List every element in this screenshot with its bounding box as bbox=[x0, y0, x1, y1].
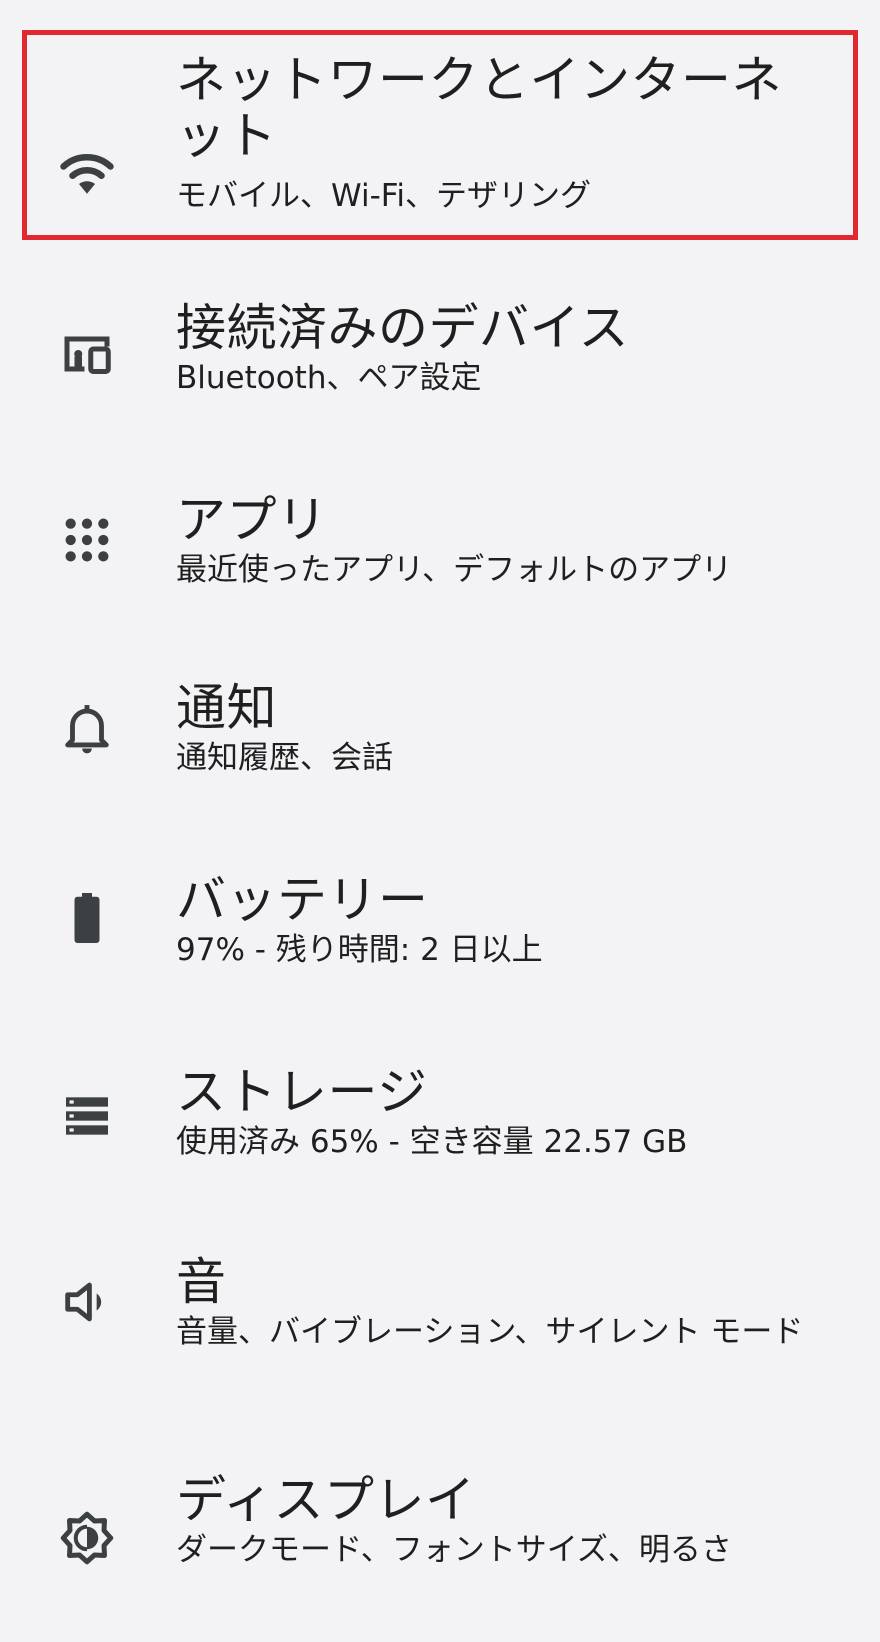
settings-item-battery-text: バッテリー 97% - 残り時間: 2 日以上 bbox=[176, 872, 844, 968]
settings-item-title: バッテリー bbox=[176, 871, 429, 929]
brightness-icon bbox=[55, 1506, 119, 1570]
battery-icon bbox=[55, 886, 119, 950]
settings-item-title: ストレージ bbox=[176, 1063, 428, 1121]
storage-icon bbox=[55, 1084, 119, 1148]
settings-item-battery[interactable]: バッテリー 97% - 残り時間: 2 日以上 bbox=[0, 850, 880, 1000]
apps-grid-icon bbox=[55, 508, 119, 572]
settings-item-display-text: ディスプレイ ダークモード、フォントサイズ、明るさ bbox=[176, 1472, 844, 1568]
settings-item-notifications[interactable]: 通知 通知履歴、会話 bbox=[0, 660, 880, 810]
wifi-icon bbox=[55, 138, 119, 202]
settings-item-title: アプリ bbox=[176, 491, 328, 549]
settings-item-subtitle: 音量、バイブレーション、サイレント モード bbox=[176, 1314, 804, 1350]
settings-item-title: 通知 bbox=[176, 679, 277, 737]
settings-item-title: ディスプレイ bbox=[176, 1471, 476, 1529]
settings-item-storage-text: ストレージ 使用済み 65% - 空き容量 22.57 GB bbox=[176, 1064, 844, 1160]
settings-item-subtitle: 最近使ったアプリ、デフォルトのアプリ bbox=[176, 552, 733, 588]
settings-item-network[interactable]: ネットワークとインターネット モバイル、Wi-Fi、テザリング bbox=[0, 40, 880, 240]
settings-item-network-text: ネットワークとインターネット モバイル、Wi-Fi、テザリング bbox=[176, 52, 844, 214]
devices-icon bbox=[55, 322, 119, 386]
settings-item-display[interactable]: ディスプレイ ダークモード、フォントサイズ、明るさ bbox=[0, 1450, 880, 1600]
settings-item-title: 音 bbox=[176, 1253, 227, 1311]
settings-item-subtitle: モバイル、Wi-Fi、テザリング bbox=[176, 178, 591, 214]
settings-item-notifications-text: 通知 通知履歴、会話 bbox=[176, 680, 844, 776]
settings-item-subtitle: ダークモード、フォントサイズ、明るさ bbox=[176, 1532, 732, 1568]
settings-item-connected-devices-text: 接続済みのデバイス Bluetooth、ペア設定 bbox=[176, 300, 844, 396]
settings-item-sound-text: 音 音量、バイブレーション、サイレント モード bbox=[176, 1254, 844, 1350]
volume-icon bbox=[55, 1270, 119, 1334]
settings-item-subtitle: 97% - 残り時間: 2 日以上 bbox=[176, 932, 543, 968]
settings-item-sound[interactable]: 音 音量、バイブレーション、サイレント モード bbox=[0, 1230, 880, 1410]
settings-item-subtitle: 通知履歴、会話 bbox=[176, 740, 393, 776]
settings-item-apps[interactable]: アプリ 最近使ったアプリ、デフォルトのアプリ bbox=[0, 470, 880, 620]
settings-item-title: 接続済みのデバイス bbox=[176, 299, 629, 357]
bell-icon bbox=[55, 696, 119, 760]
settings-item-subtitle: Bluetooth、ペア設定 bbox=[176, 360, 482, 396]
settings-item-apps-text: アプリ 最近使ったアプリ、デフォルトのアプリ bbox=[176, 492, 844, 588]
settings-item-storage[interactable]: ストレージ 使用済み 65% - 空き容量 22.57 GB bbox=[0, 1040, 880, 1190]
settings-item-title: ネットワークとインターネット bbox=[176, 51, 782, 165]
settings-item-connected-devices[interactable]: 接続済みのデバイス Bluetooth、ペア設定 bbox=[0, 280, 880, 430]
settings-item-subtitle: 使用済み 65% - 空き容量 22.57 GB bbox=[176, 1124, 688, 1160]
